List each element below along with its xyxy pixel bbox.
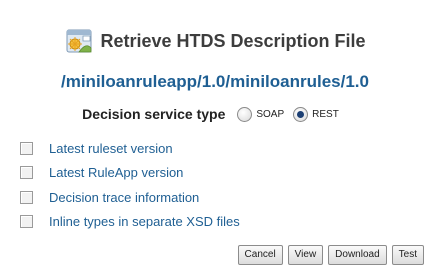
option-inline-types[interactable]: Inline types in separate XSD files (20, 210, 420, 235)
dialog-header: Retrieve HTDS Description File (0, 24, 430, 58)
ruleset-path: /miniloanruleapp/1.0/miniloanrules/1.0 (61, 72, 369, 91)
decision-service-type-row: Decision service type SOAP REST (0, 102, 430, 126)
options-list: Latest ruleset version Latest RuleApp ve… (20, 136, 420, 234)
decision-service-type-label: Decision service type (82, 106, 226, 122)
button-bar: Cancel View Download Test (233, 244, 424, 265)
option-label: Decision trace information (49, 189, 200, 205)
rest-radio[interactable] (293, 106, 309, 122)
latest-ruleset-checkbox[interactable] (20, 141, 33, 155)
cancel-button[interactable]: Cancel (237, 244, 283, 265)
test-button[interactable]: Test (391, 244, 424, 265)
rest-radio-label: REST (312, 108, 339, 120)
inline-types-checkbox[interactable] (20, 215, 33, 229)
view-button[interactable]: View (287, 244, 324, 265)
soap-radio[interactable] (237, 106, 253, 122)
option-decision-trace[interactable]: Decision trace information (20, 185, 420, 210)
option-latest-ruleset[interactable]: Latest ruleset version (20, 136, 420, 161)
download-button[interactable]: Download (328, 244, 387, 265)
option-label: Latest ruleset version (49, 140, 173, 156)
option-latest-ruleapp[interactable]: Latest RuleApp version (20, 161, 420, 186)
latest-ruleapp-checkbox[interactable] (20, 166, 33, 180)
deploy-icon (64, 26, 94, 56)
option-label: Inline types in separate XSD files (49, 214, 240, 230)
soap-radio-label: SOAP (256, 108, 285, 120)
dialog-title: Retrieve HTDS Description File (100, 30, 366, 51)
retrieve-htds-dialog: Retrieve HTDS Description File /miniloan… (0, 0, 430, 267)
decision-trace-checkbox[interactable] (20, 190, 33, 204)
option-label: Latest RuleApp version (49, 165, 184, 181)
